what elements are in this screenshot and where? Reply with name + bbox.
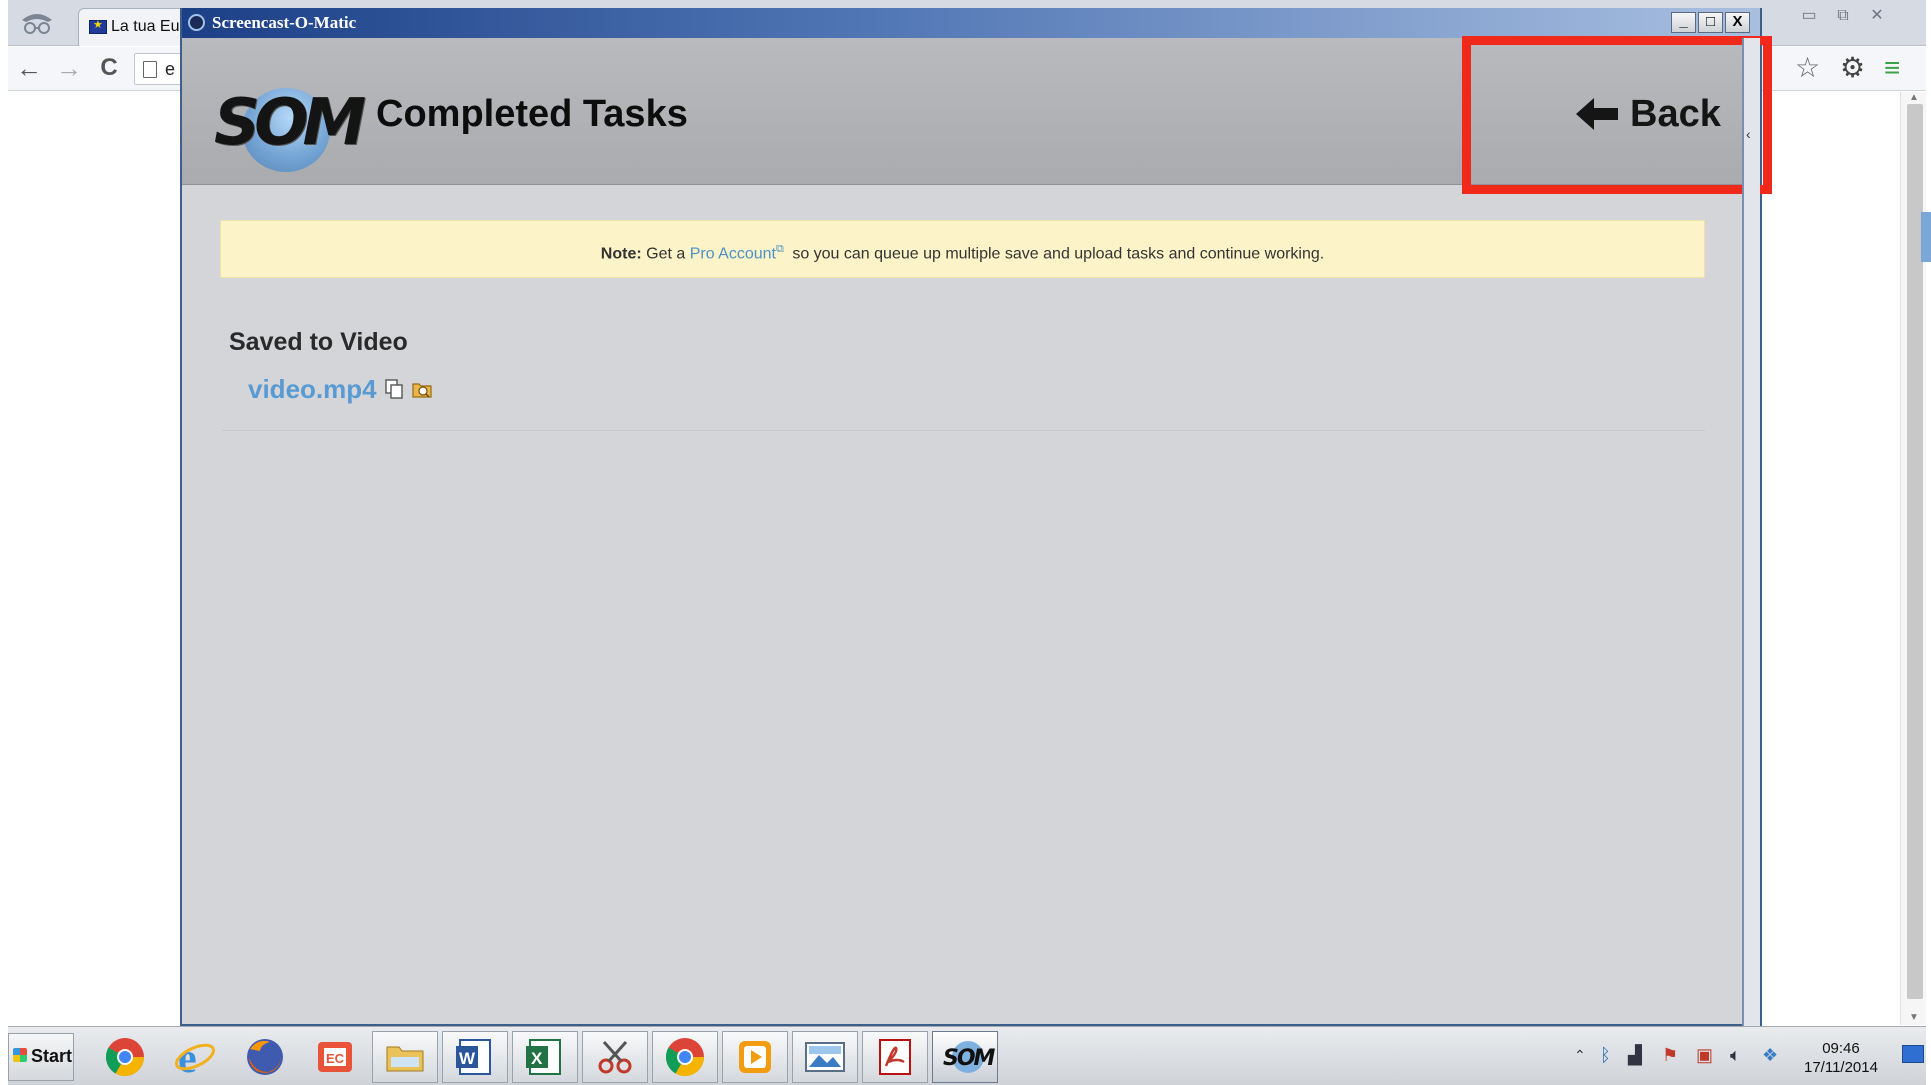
som-close-button[interactable]: X <box>1725 12 1750 33</box>
clock-date: 17/11/2014 <box>1804 1059 1878 1076</box>
show-desktop-button[interactable] <box>1902 1045 1924 1063</box>
browser-minimize-button[interactable]: ▭ <box>1792 6 1826 28</box>
pdf-icon[interactable] <box>862 1031 928 1083</box>
page-edge-marker <box>1921 212 1931 262</box>
back-arrow-icon[interactable]: ← <box>14 53 44 83</box>
som-taskbar-label: SOM <box>943 1046 995 1071</box>
reload-icon[interactable]: C <box>94 53 124 83</box>
note-text-end: so you can queue up multiple save and up… <box>792 245 1325 263</box>
star-icon[interactable]: ☆ <box>1795 53 1820 83</box>
som-side-panel-handle[interactable]: ‹ <box>1742 38 1760 1026</box>
som-logo: SOM <box>214 76 366 172</box>
scroll-down-icon[interactable]: ▼ <box>1909 1012 1919 1023</box>
gear-icon[interactable]: ⚙ <box>1840 53 1865 83</box>
incognito-icon <box>14 6 60 38</box>
som-app-icon <box>188 14 205 31</box>
browser-window-controls: ▭ ⧉ ✕ <box>1792 6 1912 30</box>
note-prefix: Note: <box>600 245 642 263</box>
svg-text:W: W <box>459 1049 476 1068</box>
copy-icon[interactable] <box>383 378 405 400</box>
pro-account-link[interactable]: Pro Account <box>690 245 776 262</box>
som-window-controls: _ □ X <box>1669 12 1750 34</box>
som-window: Screencast-O-Matic _ □ X SOM Completed Tas… <box>180 8 1772 1026</box>
forward-arrow-icon[interactable]: → <box>54 53 84 83</box>
video-file-link[interactable]: video.mp4 <box>248 374 377 405</box>
section-divider <box>222 430 1705 431</box>
eu-flag-icon <box>89 18 107 34</box>
arrow-left-icon <box>1576 98 1618 130</box>
som-titlebar[interactable]: Screencast-O-Matic _ □ X <box>182 8 1760 38</box>
chrome-icon[interactable] <box>92 1031 158 1083</box>
snipping-tool-icon[interactable] <box>582 1031 648 1083</box>
start-label: Start <box>31 1046 73 1066</box>
photo-viewer-icon[interactable] <box>792 1031 858 1083</box>
saved-file-row: video.mp4 <box>248 372 433 406</box>
volume-icon[interactable]: 🔈︎ <box>1730 1045 1741 1066</box>
action-center-icon[interactable]: ⚑ <box>1662 1045 1678 1066</box>
network-signal-icon[interactable]: ▟ <box>1628 1045 1642 1066</box>
browser-restore-button[interactable]: ⧉ <box>1826 6 1860 28</box>
som-maximize-button[interactable]: □ <box>1698 12 1723 33</box>
page-icon <box>143 61 157 78</box>
show-hidden-icons-icon[interactable]: ⌃ <box>1574 1047 1586 1064</box>
som-taskbar-button[interactable]: SOM <box>932 1031 998 1083</box>
start-button[interactable]: Start <box>8 1033 74 1081</box>
dropbox-icon[interactable]: ❖ <box>1762 1045 1778 1066</box>
battery-warning-icon[interactable]: ▣ <box>1696 1045 1713 1066</box>
windows-logo-icon <box>13 1048 27 1062</box>
scroll-up-icon[interactable]: ▲ <box>1909 92 1919 103</box>
open-folder-icon[interactable] <box>411 378 433 400</box>
address-bar-text: e <box>165 59 176 79</box>
note-banner: Note: Get a Pro Account⧉ so you can queu… <box>220 220 1705 278</box>
chrome-icon[interactable] <box>652 1031 718 1083</box>
clock[interactable]: 09:46 17/11/2014 <box>1804 1039 1878 1077</box>
page-title: Completed Tasks <box>376 93 688 135</box>
firefox-icon[interactable] <box>232 1031 298 1083</box>
file-explorer-icon[interactable] <box>372 1031 438 1083</box>
clock-time: 09:46 <box>1822 1040 1860 1057</box>
browser-close-button[interactable]: ✕ <box>1860 6 1894 28</box>
som-window-title: Screencast-O-Matic <box>212 13 357 32</box>
taskbar: Start e EC W X SOM ⌃ ᛒ ▟ ⚑ ▣ 🔈︎ ❖ 09:46 … <box>8 1026 1926 1085</box>
external-link-icon: ⧉ <box>776 243 784 255</box>
browser-tab-title: La tua Eu <box>111 18 180 35</box>
som-logo-text: SOM <box>214 86 366 160</box>
som-minimize-button[interactable]: _ <box>1671 12 1696 33</box>
excel-icon[interactable]: X <box>512 1031 578 1083</box>
svg-text:EC: EC <box>326 1051 345 1066</box>
note-text-start: Get a <box>646 245 686 263</box>
internet-explorer-icon[interactable]: e <box>162 1031 228 1083</box>
menu-icon[interactable]: ≡ <box>1884 53 1900 83</box>
word-icon[interactable]: W <box>442 1031 508 1083</box>
system-tray: ⌃ ᛒ ▟ ⚑ ▣ 🔈︎ ❖ 09:46 17/11/2014 <box>1564 1033 1926 1081</box>
media-player-icon[interactable] <box>722 1031 788 1083</box>
section-heading: Saved to Video <box>229 328 408 356</box>
back-button-label: Back <box>1630 92 1721 135</box>
collapse-arrow-icon[interactable]: ‹ <box>1746 126 1751 142</box>
bluetooth-icon[interactable]: ᛒ <box>1600 1045 1611 1066</box>
e-reader-icon[interactable]: EC <box>302 1031 368 1083</box>
back-button[interactable]: Back <box>1574 90 1721 138</box>
som-header: SOM Completed Tasks Back <box>182 36 1772 194</box>
svg-text:X: X <box>531 1049 543 1068</box>
